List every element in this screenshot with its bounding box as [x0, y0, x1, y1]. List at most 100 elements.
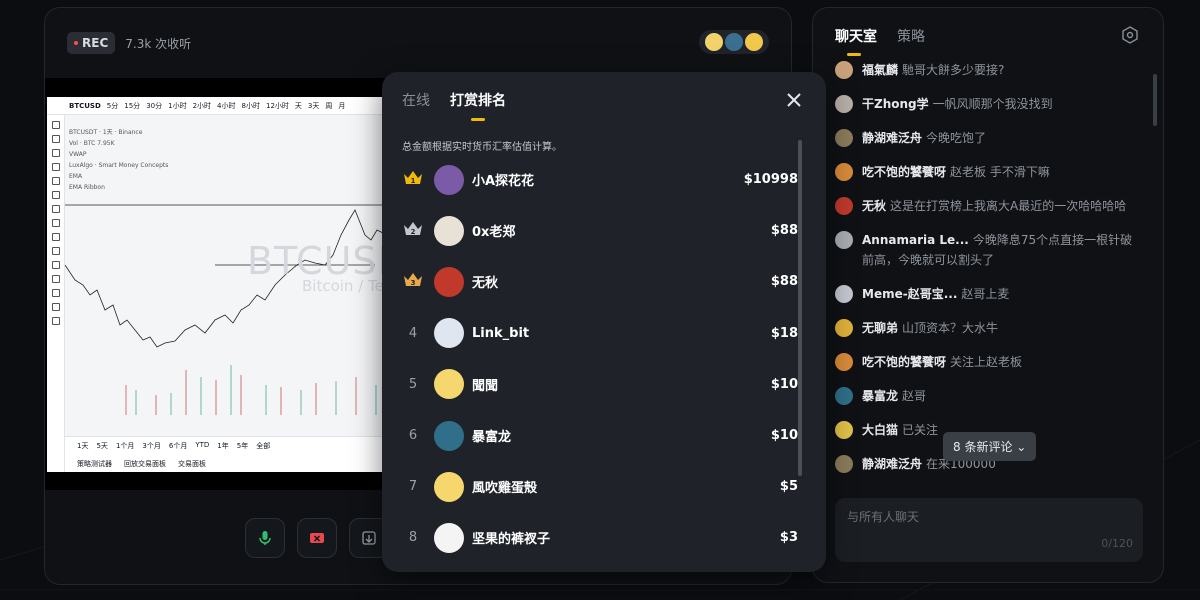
chat-username[interactable]: 干Zhong学: [862, 97, 929, 111]
settings-icon[interactable]: [1121, 26, 1139, 44]
char-count: 0/120: [1101, 537, 1133, 550]
chat-message: 吃不饱的饕餮呀 赵老板 手不滑下嘛: [835, 162, 1135, 182]
tab-strategy[interactable]: 策略: [897, 26, 925, 54]
tv-symbol: BTCUSD: [69, 101, 101, 110]
chat-username[interactable]: 无秋: [862, 199, 886, 213]
new-comments-button[interactable]: 8 条新评论 ⌄: [943, 432, 1037, 461]
chat-username[interactable]: 吃不饱的饕餮呀: [862, 355, 946, 369]
microphone-button[interactable]: [245, 518, 285, 558]
rank-number: 7: [408, 479, 418, 495]
chat-message-body: 干Zhong学 一帆风顺那个我没找到: [862, 94, 1053, 114]
chat-tabs: 聊天室 策略: [835, 26, 925, 56]
chat-username[interactable]: 大白猫: [862, 423, 898, 437]
chat-username[interactable]: 无聊弟: [862, 321, 898, 335]
eye-icon: [51, 289, 60, 297]
chat-text: 赵哥: [902, 389, 927, 403]
chat-message: 无秋 这是在打赏榜上我离大A最近的一次哈哈哈哈: [835, 196, 1135, 216]
tv-interval: 12小时: [265, 101, 289, 110]
ranking-row[interactable]: 1 小A探花花 $10998: [398, 154, 798, 205]
avatar: [835, 455, 853, 473]
tv-legend-item: EMA Ribbon: [69, 184, 105, 191]
chat-username[interactable]: 暴富龙: [862, 389, 898, 403]
tab-online[interactable]: 在线: [402, 90, 430, 120]
tv-legend-item: Vol · BTC 7.95K: [69, 140, 115, 147]
ranking-row[interactable]: 3 无秋 $88: [398, 256, 798, 307]
rank-amount: $10: [770, 376, 798, 392]
chat-username[interactable]: Annamaria Le...: [862, 233, 969, 247]
avatar: [835, 163, 853, 181]
chat-text: 一帆风顺那个我没找到: [932, 97, 1053, 111]
tv-interval: 月: [338, 101, 346, 110]
tab-tip-ranking[interactable]: 打赏排名: [450, 90, 506, 121]
ranking-row[interactable]: 7 風吹雞蛋殼 $5: [398, 461, 798, 512]
chat-message-body: 吃不饱的饕餮呀 赵老板 手不滑下嘛: [862, 162, 1050, 182]
tv-interval: 天: [294, 101, 302, 110]
tv-legend-item: LuxAlgo · Smart Money Concepts: [69, 162, 169, 169]
tv-range-button: 5天: [96, 442, 108, 450]
tab-chatroom[interactable]: 聊天室: [835, 26, 877, 56]
avatar: [835, 319, 853, 337]
rank-username: 聞聞: [472, 378, 499, 394]
avatar: [434, 164, 464, 195]
chat-message: 无聊弟 山顶资本？大水牛: [835, 318, 1135, 338]
ruler-icon: [51, 233, 60, 241]
ranking-row[interactable]: 5 聞聞 $10: [398, 359, 798, 410]
chat-scrollbar[interactable]: [1153, 74, 1157, 126]
chat-message: Annamaria Le... 今晚降息75个点直接一根针破前高，今晚就可以割头了: [835, 230, 1135, 270]
trash-icon: [51, 317, 60, 325]
ranking-row[interactable]: 4 Link_bit $18: [398, 308, 798, 359]
chat-text: 关注上赵老板: [950, 355, 1023, 369]
rank-amount: $3: [779, 530, 798, 546]
tv-legend-item: VWAP: [69, 151, 87, 158]
close-icon[interactable]: [784, 90, 804, 110]
chat-username[interactable]: 吃不饱的饕餮呀: [862, 165, 946, 179]
tv-bottom-tab: 交易面板: [178, 460, 206, 468]
tv-interval: 4小时: [217, 101, 236, 110]
brush-icon: [51, 191, 60, 199]
rank-username: 風吹雞蛋殼: [472, 481, 538, 497]
tv-bottom-tab: 策略测试器: [77, 460, 112, 468]
chat-message-body: 无秋 这是在打赏榜上我离大A最近的一次哈哈哈哈: [862, 196, 1126, 216]
modal-tabs: 在线 打赏排名: [402, 90, 506, 121]
chat-message-body: Annamaria Le... 今晚降息75个点直接一根针破前高，今晚就可以割头了: [862, 230, 1135, 270]
ranking-row[interactable]: 6 暴富龙 $10: [398, 410, 798, 461]
rank-number: 2: [411, 228, 416, 236]
modal-scrollbar[interactable]: [798, 140, 802, 476]
chat-input[interactable]: 与所有人聊天 0/120: [835, 498, 1143, 562]
avatar: [745, 33, 763, 51]
chat-message-body: 静湖难泛舟 今晚吃饱了: [862, 128, 986, 148]
avatar: [434, 318, 464, 349]
tv-interval: 3天: [307, 101, 320, 110]
rank-number: 6: [408, 428, 418, 444]
emoji-icon: [51, 219, 60, 227]
stop-share-button[interactable]: [297, 518, 337, 558]
rank-username: 0x老郑: [472, 225, 516, 241]
ranking-row[interactable]: 2 0x老郑 $88: [398, 205, 798, 256]
chat-username[interactable]: 福氣麟: [862, 63, 898, 77]
crosshair-icon: [51, 121, 60, 129]
avatar: [725, 33, 743, 51]
rank-amount: $88: [770, 274, 798, 290]
ranking-row[interactable]: 8 坚果的裤衩子 $3: [398, 512, 798, 563]
stage-controls: [245, 518, 389, 558]
rec-badge: REC: [67, 32, 116, 54]
tv-interval: 周: [325, 101, 333, 110]
chat-username[interactable]: Meme-赵哥宝...: [862, 287, 957, 301]
avatar: [835, 95, 853, 113]
tv-range-button: 3个月: [142, 442, 161, 450]
avatar: [835, 285, 853, 303]
rank-number: 1: [411, 177, 416, 185]
chat-message-body: Meme-赵哥宝... 赵哥上麦: [862, 284, 1009, 304]
chat-panel: 聊天室 策略 福氣麟 馳哥大餅多少要接? 干Zhong学 一帆风顺那个我没找到 静湖…: [812, 7, 1164, 583]
chevron-down-icon: ⌄: [1016, 440, 1027, 454]
rank-amount: $18: [770, 325, 798, 341]
chat-username[interactable]: 静湖难泛舟: [862, 457, 922, 471]
tv-indicator-legend: BTCUSDT · 1天 · Binance Vol · BTC 7.95K V…: [69, 127, 168, 193]
tv-range-button: YTD: [195, 441, 210, 449]
gold-crown-icon: 1: [398, 169, 428, 191]
chat-username[interactable]: 静湖难泛舟: [862, 131, 922, 145]
rank-amount: $88: [770, 223, 798, 239]
speaker-avatars[interactable]: [699, 30, 769, 54]
stage-header: REC 7.3k 次收听: [67, 32, 191, 54]
fib-icon: [51, 149, 60, 157]
